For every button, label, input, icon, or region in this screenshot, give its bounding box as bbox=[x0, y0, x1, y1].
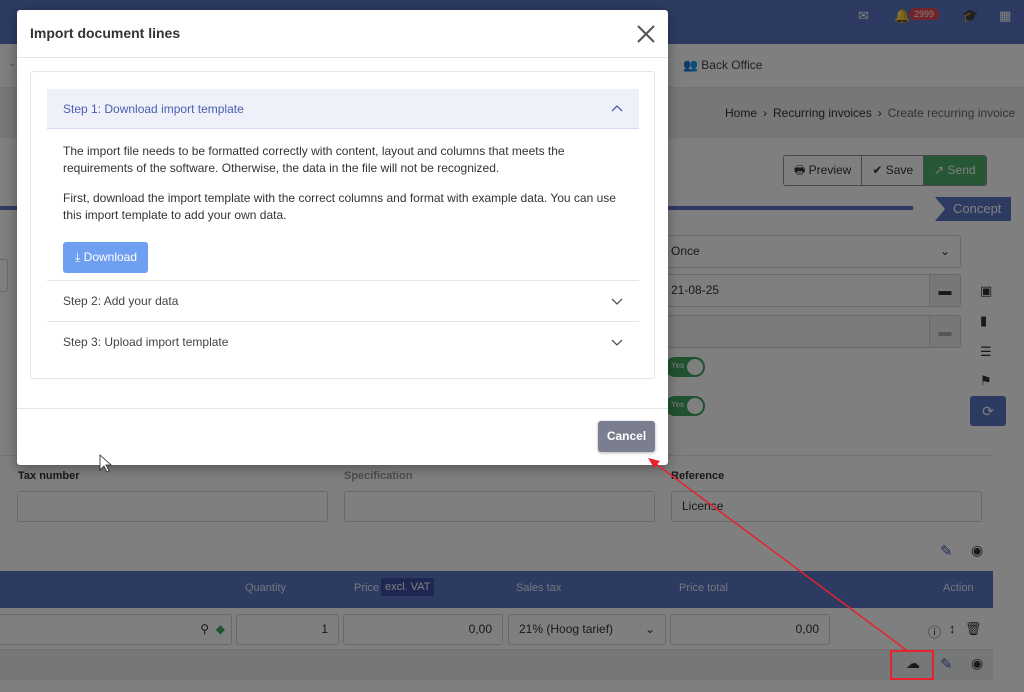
chevron-down-icon bbox=[611, 298, 623, 305]
chevron-down-icon bbox=[611, 339, 623, 346]
step-1-panel: Step 1: Download import template The imp… bbox=[47, 89, 639, 273]
modal-title: Import document lines bbox=[30, 25, 181, 41]
step-3-header[interactable]: Step 3: Upload import template bbox=[47, 322, 639, 362]
close-icon[interactable] bbox=[634, 22, 658, 46]
modal-header: Import document lines bbox=[17, 10, 668, 58]
chevron-up-icon bbox=[611, 105, 623, 112]
cancel-button[interactable]: Cancel bbox=[598, 421, 655, 452]
step-1-header[interactable]: Step 1: Download import template bbox=[47, 89, 639, 129]
import-modal: Import document lines Step 1: Download i… bbox=[17, 10, 668, 465]
step-1-paragraph-2: First, download the import template with… bbox=[63, 191, 616, 222]
step-3-panel: Step 3: Upload import template bbox=[47, 322, 639, 362]
download-icon: ⤓ bbox=[75, 250, 81, 264]
modal-footer: Cancel bbox=[17, 408, 668, 465]
import-steps-accordion: Step 1: Download import template The imp… bbox=[30, 71, 655, 379]
download-button[interactable]: ⤓ Download bbox=[63, 242, 149, 273]
step-1-body: The import file needs to be formatted co… bbox=[47, 129, 639, 273]
step-1-paragraph-1: The import file needs to be formatted co… bbox=[63, 144, 565, 175]
step-2-panel: Step 2: Add your data bbox=[47, 281, 639, 321]
step-2-header[interactable]: Step 2: Add your data bbox=[47, 281, 639, 321]
